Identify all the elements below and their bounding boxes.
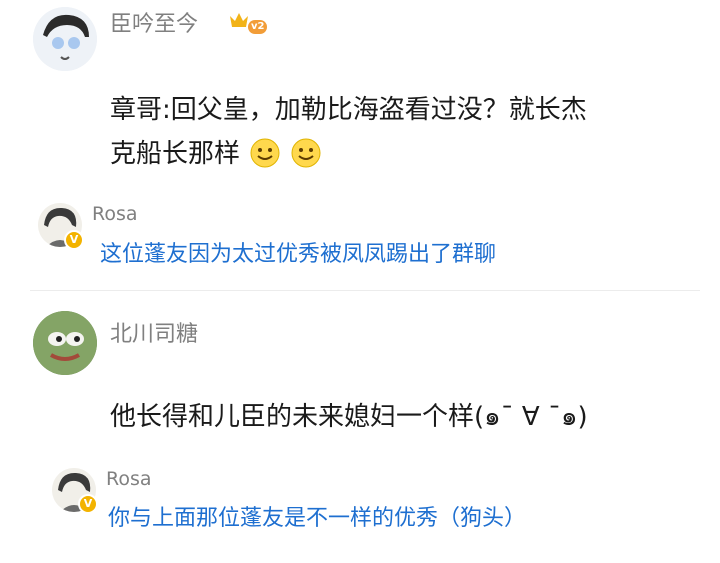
smile-emoji-icon <box>291 138 321 182</box>
reply-username[interactable]: Rosa <box>106 468 152 490</box>
reply-text[interactable]: 你与上面那位蓬友是不一样的优秀（狗头） <box>108 500 526 532</box>
reply-username[interactable]: Rosa <box>92 203 138 225</box>
divider <box>30 290 700 291</box>
reply-text[interactable]: 这位蓬友因为太过优秀被凤凤踢出了群聊 <box>100 236 496 268</box>
avatar[interactable] <box>33 7 97 71</box>
avatar[interactable] <box>33 311 97 375</box>
username[interactable]: 北川司糖 <box>110 316 198 348</box>
verified-badge-icon: V <box>64 230 84 250</box>
comment-text: 他长得和儿臣的未来媳妇一个样(๑¯ ∀ ¯๑) <box>110 402 588 432</box>
level-badge: v2 <box>248 14 268 34</box>
verified-badge-icon: V <box>78 494 98 514</box>
comment-text: 章哥:回父皇，加勒比海盗看过没？就长杰 克船长那样 <box>110 88 710 182</box>
username[interactable]: 臣吟至今 <box>110 6 198 38</box>
crown-icon <box>229 12 249 32</box>
smile-emoji-icon <box>250 138 280 182</box>
